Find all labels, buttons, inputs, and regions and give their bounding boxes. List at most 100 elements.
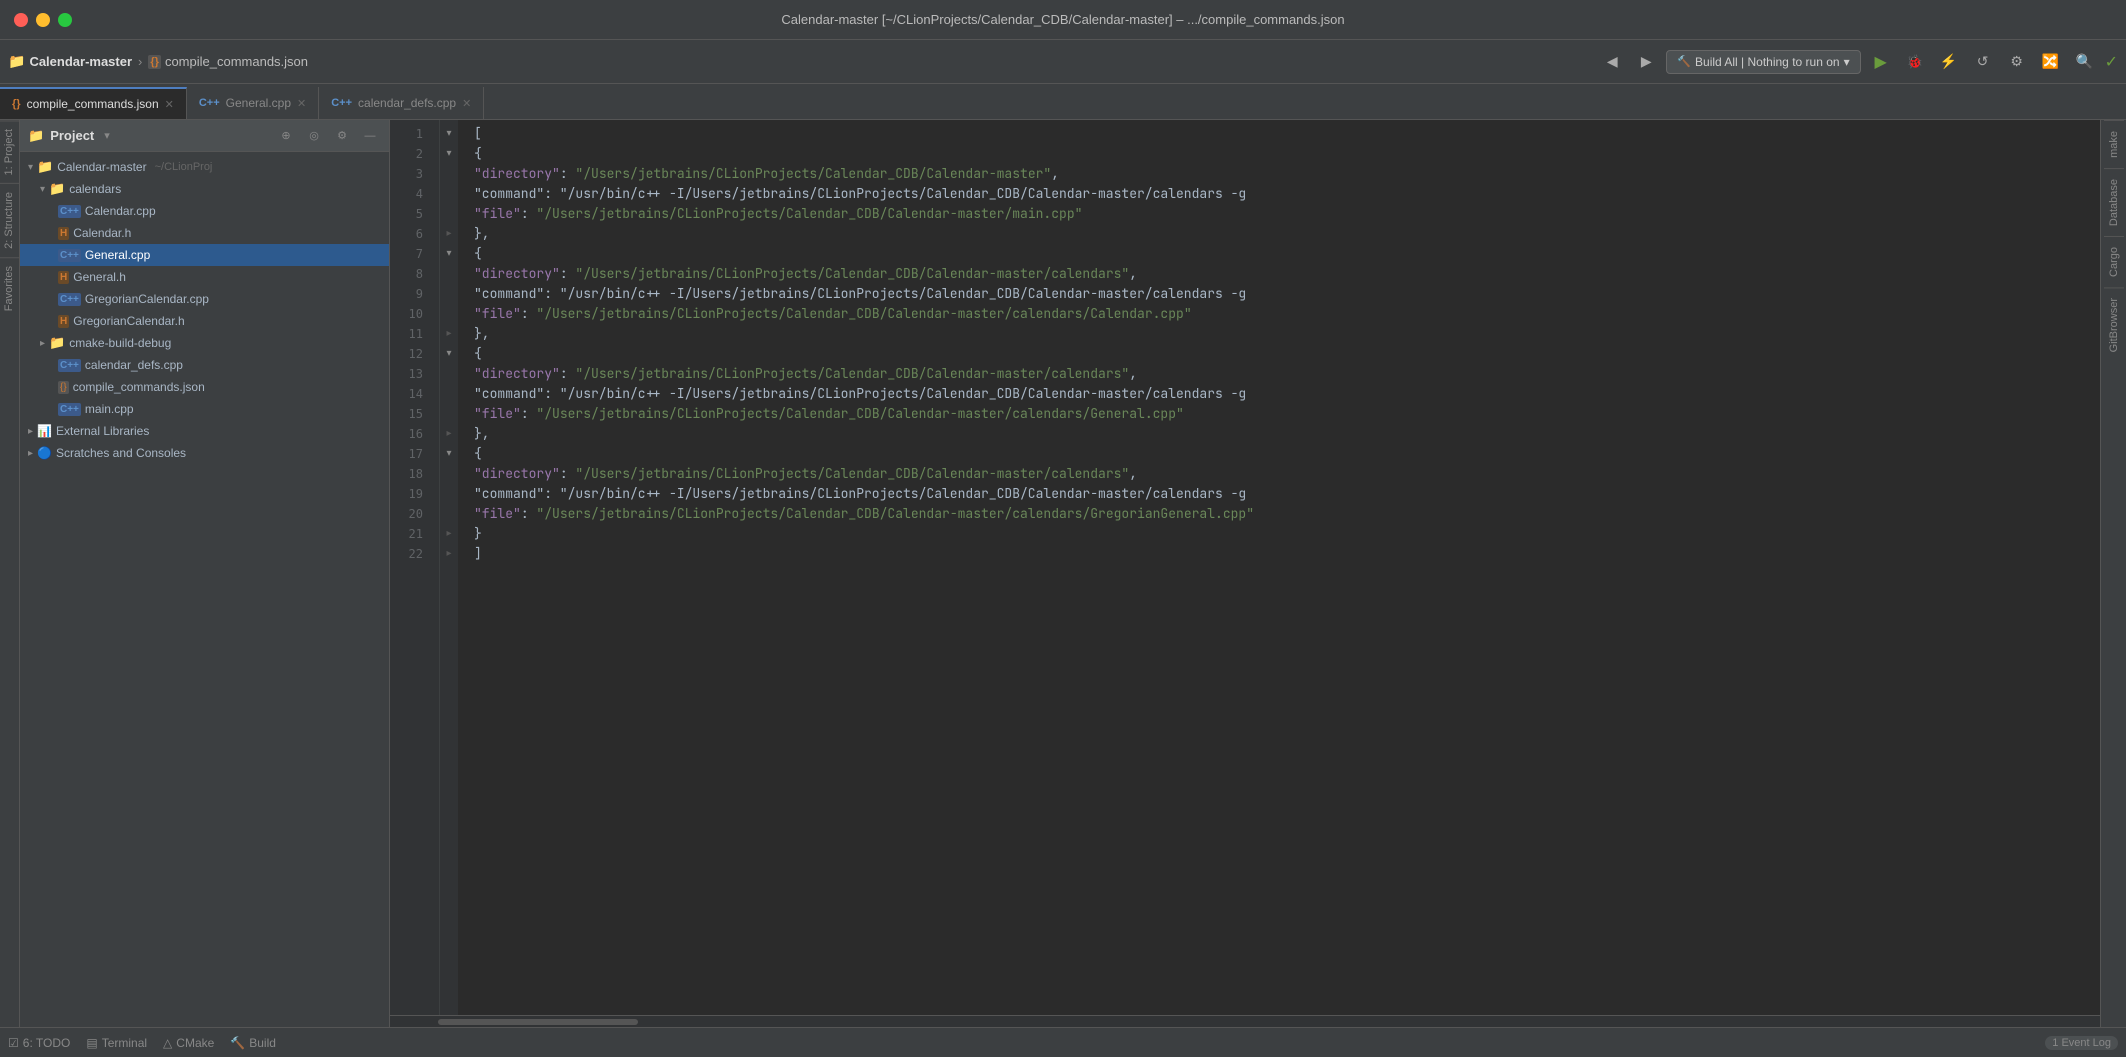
main-area: 1: Project 2: Structure Favorites 📁 Proj… xyxy=(0,120,2126,1027)
tab-label-1: General.cpp xyxy=(226,96,291,110)
traffic-lights xyxy=(14,13,72,27)
tab-label-0: compile_commands.json xyxy=(27,97,159,111)
settings-button[interactable]: ⚙ xyxy=(2003,48,2031,76)
add-content-icon[interactable]: ⊕ xyxy=(275,125,297,147)
sidebar-tab-make[interactable]: make xyxy=(2104,120,2124,168)
event-log-badge: 1 Event Log xyxy=(2045,1036,2118,1050)
back-button[interactable]: ◀ xyxy=(1598,48,1626,76)
code-line-21: } xyxy=(458,524,2100,544)
sidebar-tab-cargo[interactable]: Cargo xyxy=(2104,236,2124,287)
tab-compile-commands[interactable]: {} compile_commands.json ✕ xyxy=(0,87,187,119)
success-indicator: ✓ xyxy=(2105,52,2118,72)
tree-item-external-libs[interactable]: ▸ 📊 External Libraries xyxy=(20,420,389,442)
tree-item-compile-commands[interactable]: {} compile_commands.json xyxy=(20,376,389,398)
cpp-icon-1: C++ xyxy=(199,97,220,109)
tab-bar: {} compile_commands.json ✕ C++ General.c… xyxy=(0,84,2126,120)
code-line-20: "file": "/Users/jetbrains/CLionProjects/… xyxy=(458,504,2100,524)
title-bar: Calendar-master [~/CLionProjects/Calenda… xyxy=(0,0,2126,40)
build-label: Build All | Nothing to run on xyxy=(1695,55,1840,69)
code-line-11: }, xyxy=(458,324,2100,344)
code-editor: 12345678910111213141516171819202122 ▾▾▸▾… xyxy=(390,120,2100,1015)
code-line-9: "command": "/usr/bin/c++ -I/Users/jetbra… xyxy=(458,284,2100,304)
code-line-14: "command": "/usr/bin/c++ -I/Users/jetbra… xyxy=(458,384,2100,404)
code-line-3: "directory": "/Users/jetbrains/CLionProj… xyxy=(458,164,2100,184)
sidebar-label-2[interactable]: 2: Structure xyxy=(0,183,19,257)
project-panel-title: Project xyxy=(50,128,94,143)
tree-item-gregorian-h[interactable]: H GregorianCalendar.h xyxy=(20,310,389,332)
bottom-build[interactable]: 🔨 Build xyxy=(230,1036,276,1050)
tree-item-scratches[interactable]: ▸ 🔵 Scratches and Consoles xyxy=(20,442,389,464)
debug-button[interactable]: 🐞 xyxy=(1901,48,1929,76)
tab-close-0[interactable]: ✕ xyxy=(165,98,174,111)
sidebar-tab-gitbrowser[interactable]: GitBrowser xyxy=(2104,287,2124,362)
code-line-12: { xyxy=(458,344,2100,364)
code-content[interactable]: [ { "directory": "/Users/jetbrains/CLion… xyxy=(458,120,2100,1015)
bottom-bar: ☑ 6: TODO ▤ Terminal △ CMake 🔨 Build 1 E… xyxy=(0,1027,2126,1057)
bottom-terminal[interactable]: ▤ Terminal xyxy=(86,1036,147,1050)
code-line-5: "file": "/Users/jetbrains/CLionProjects/… xyxy=(458,204,2100,224)
project-label[interactable]: 📁 Calendar-master xyxy=(8,53,132,70)
code-line-16: }, xyxy=(458,424,2100,444)
file-breadcrumb[interactable]: {} compile_commands.json xyxy=(148,54,308,69)
code-line-13: "directory": "/Users/jetbrains/CLionProj… xyxy=(458,364,2100,384)
code-line-22: ] xyxy=(458,544,2100,564)
left-sidebar-labels: 1: Project 2: Structure Favorites xyxy=(0,120,20,1027)
code-line-17: { xyxy=(458,444,2100,464)
tree-item-calendars[interactable]: ▾ 📁 calendars xyxy=(20,178,389,200)
code-line-15: "file": "/Users/jetbrains/CLionProjects/… xyxy=(458,404,2100,424)
tree-item-cmake-build[interactable]: ▸ 📁 cmake-build-debug xyxy=(20,332,389,354)
collapse-icon[interactable]: — xyxy=(359,125,381,147)
tab-close-1[interactable]: ✕ xyxy=(297,97,306,110)
find-button[interactable]: 🔍 xyxy=(2071,48,2099,76)
tab-close-2[interactable]: ✕ xyxy=(462,97,471,110)
forward-button[interactable]: ▶ xyxy=(1632,48,1660,76)
code-line-4: "command": "/usr/bin/c++ -I/Users/jetbra… xyxy=(458,184,2100,204)
project-panel: 📁 Project ▾ ⊕ ◎ ⚙ — ▾ 📁 Calendar-master … xyxy=(20,120,390,1027)
tree-item-general-cpp[interactable]: C++ General.cpp xyxy=(20,244,389,266)
code-line-2: { xyxy=(458,144,2100,164)
tree-item-calendar-master[interactable]: ▾ 📁 Calendar-master ~/CLionProj xyxy=(20,156,389,178)
locate-file-icon[interactable]: ◎ xyxy=(303,125,325,147)
tree-item-main-cpp[interactable]: C++ main.cpp xyxy=(20,398,389,420)
maximize-button[interactable] xyxy=(58,13,72,27)
bottom-todo[interactable]: ☑ 6: TODO xyxy=(8,1036,70,1050)
sidebar-label-1[interactable]: 1: Project xyxy=(0,120,19,183)
vcs-button[interactable]: 🔀 xyxy=(2037,48,2065,76)
right-sidebar: make Database Cargo GitBrowser xyxy=(2100,120,2126,1027)
tab-calendar-defs[interactable]: C++ calendar_defs.cpp ✕ xyxy=(319,87,484,119)
close-button[interactable] xyxy=(14,13,28,27)
project-header: 📁 Project ▾ ⊕ ◎ ⚙ — xyxy=(20,120,389,152)
json-icon: {} xyxy=(12,98,21,110)
tree-item-calendar-defs[interactable]: C++ calendar_defs.cpp xyxy=(20,354,389,376)
code-line-10: "file": "/Users/jetbrains/CLionProjects/… xyxy=(458,304,2100,324)
code-line-8: "directory": "/Users/jetbrains/CLionProj… xyxy=(458,264,2100,284)
editor-area: 12345678910111213141516171819202122 ▾▾▸▾… xyxy=(390,120,2100,1027)
profile-button[interactable]: ⚡ xyxy=(1935,48,1963,76)
tree-item-gregorian-cpp[interactable]: C++ GregorianCalendar.cpp xyxy=(20,288,389,310)
tab-general-cpp[interactable]: C++ General.cpp ✕ xyxy=(187,87,319,119)
build-button[interactable]: 🔨 Build All | Nothing to run on ▾ xyxy=(1666,50,1860,74)
horizontal-scrollbar[interactable] xyxy=(438,1019,638,1025)
code-line-19: "command": "/usr/bin/c++ -I/Users/jetbra… xyxy=(458,484,2100,504)
run-button[interactable]: ▶ xyxy=(1867,48,1895,76)
settings-icon[interactable]: ⚙ xyxy=(331,125,353,147)
tree-item-calendar-h[interactable]: H Calendar.h xyxy=(20,222,389,244)
window-title: Calendar-master [~/CLionProjects/Calenda… xyxy=(781,12,1344,27)
project-name: Calendar-master xyxy=(29,54,132,69)
tab-label-2: calendar_defs.cpp xyxy=(358,96,456,110)
file-name: compile_commands.json xyxy=(165,54,308,69)
project-tree: ▾ 📁 Calendar-master ~/CLionProj ▾ 📁 cale… xyxy=(20,152,389,1027)
cmake-button[interactable]: ↺ xyxy=(1969,48,1997,76)
tree-item-calendar-cpp[interactable]: C++ Calendar.cpp xyxy=(20,200,389,222)
cpp-icon-2: C++ xyxy=(331,97,352,109)
toolbar: 📁 Calendar-master › {} compile_commands.… xyxy=(0,40,2126,84)
bottom-cmake[interactable]: △ CMake xyxy=(163,1036,214,1050)
sidebar-label-favorites[interactable]: Favorites xyxy=(0,257,19,319)
minimize-button[interactable] xyxy=(36,13,50,27)
bottom-event-log[interactable]: 1 Event Log xyxy=(2045,1036,2118,1050)
code-line-7: { xyxy=(458,244,2100,264)
tree-item-general-h[interactable]: H General.h xyxy=(20,266,389,288)
code-line-18: "directory": "/Users/jetbrains/CLionProj… xyxy=(458,464,2100,484)
fold-gutter: ▾▾▸▾▸▾▸▾▸▸ xyxy=(440,120,458,1015)
sidebar-tab-database[interactable]: Database xyxy=(2104,168,2124,236)
